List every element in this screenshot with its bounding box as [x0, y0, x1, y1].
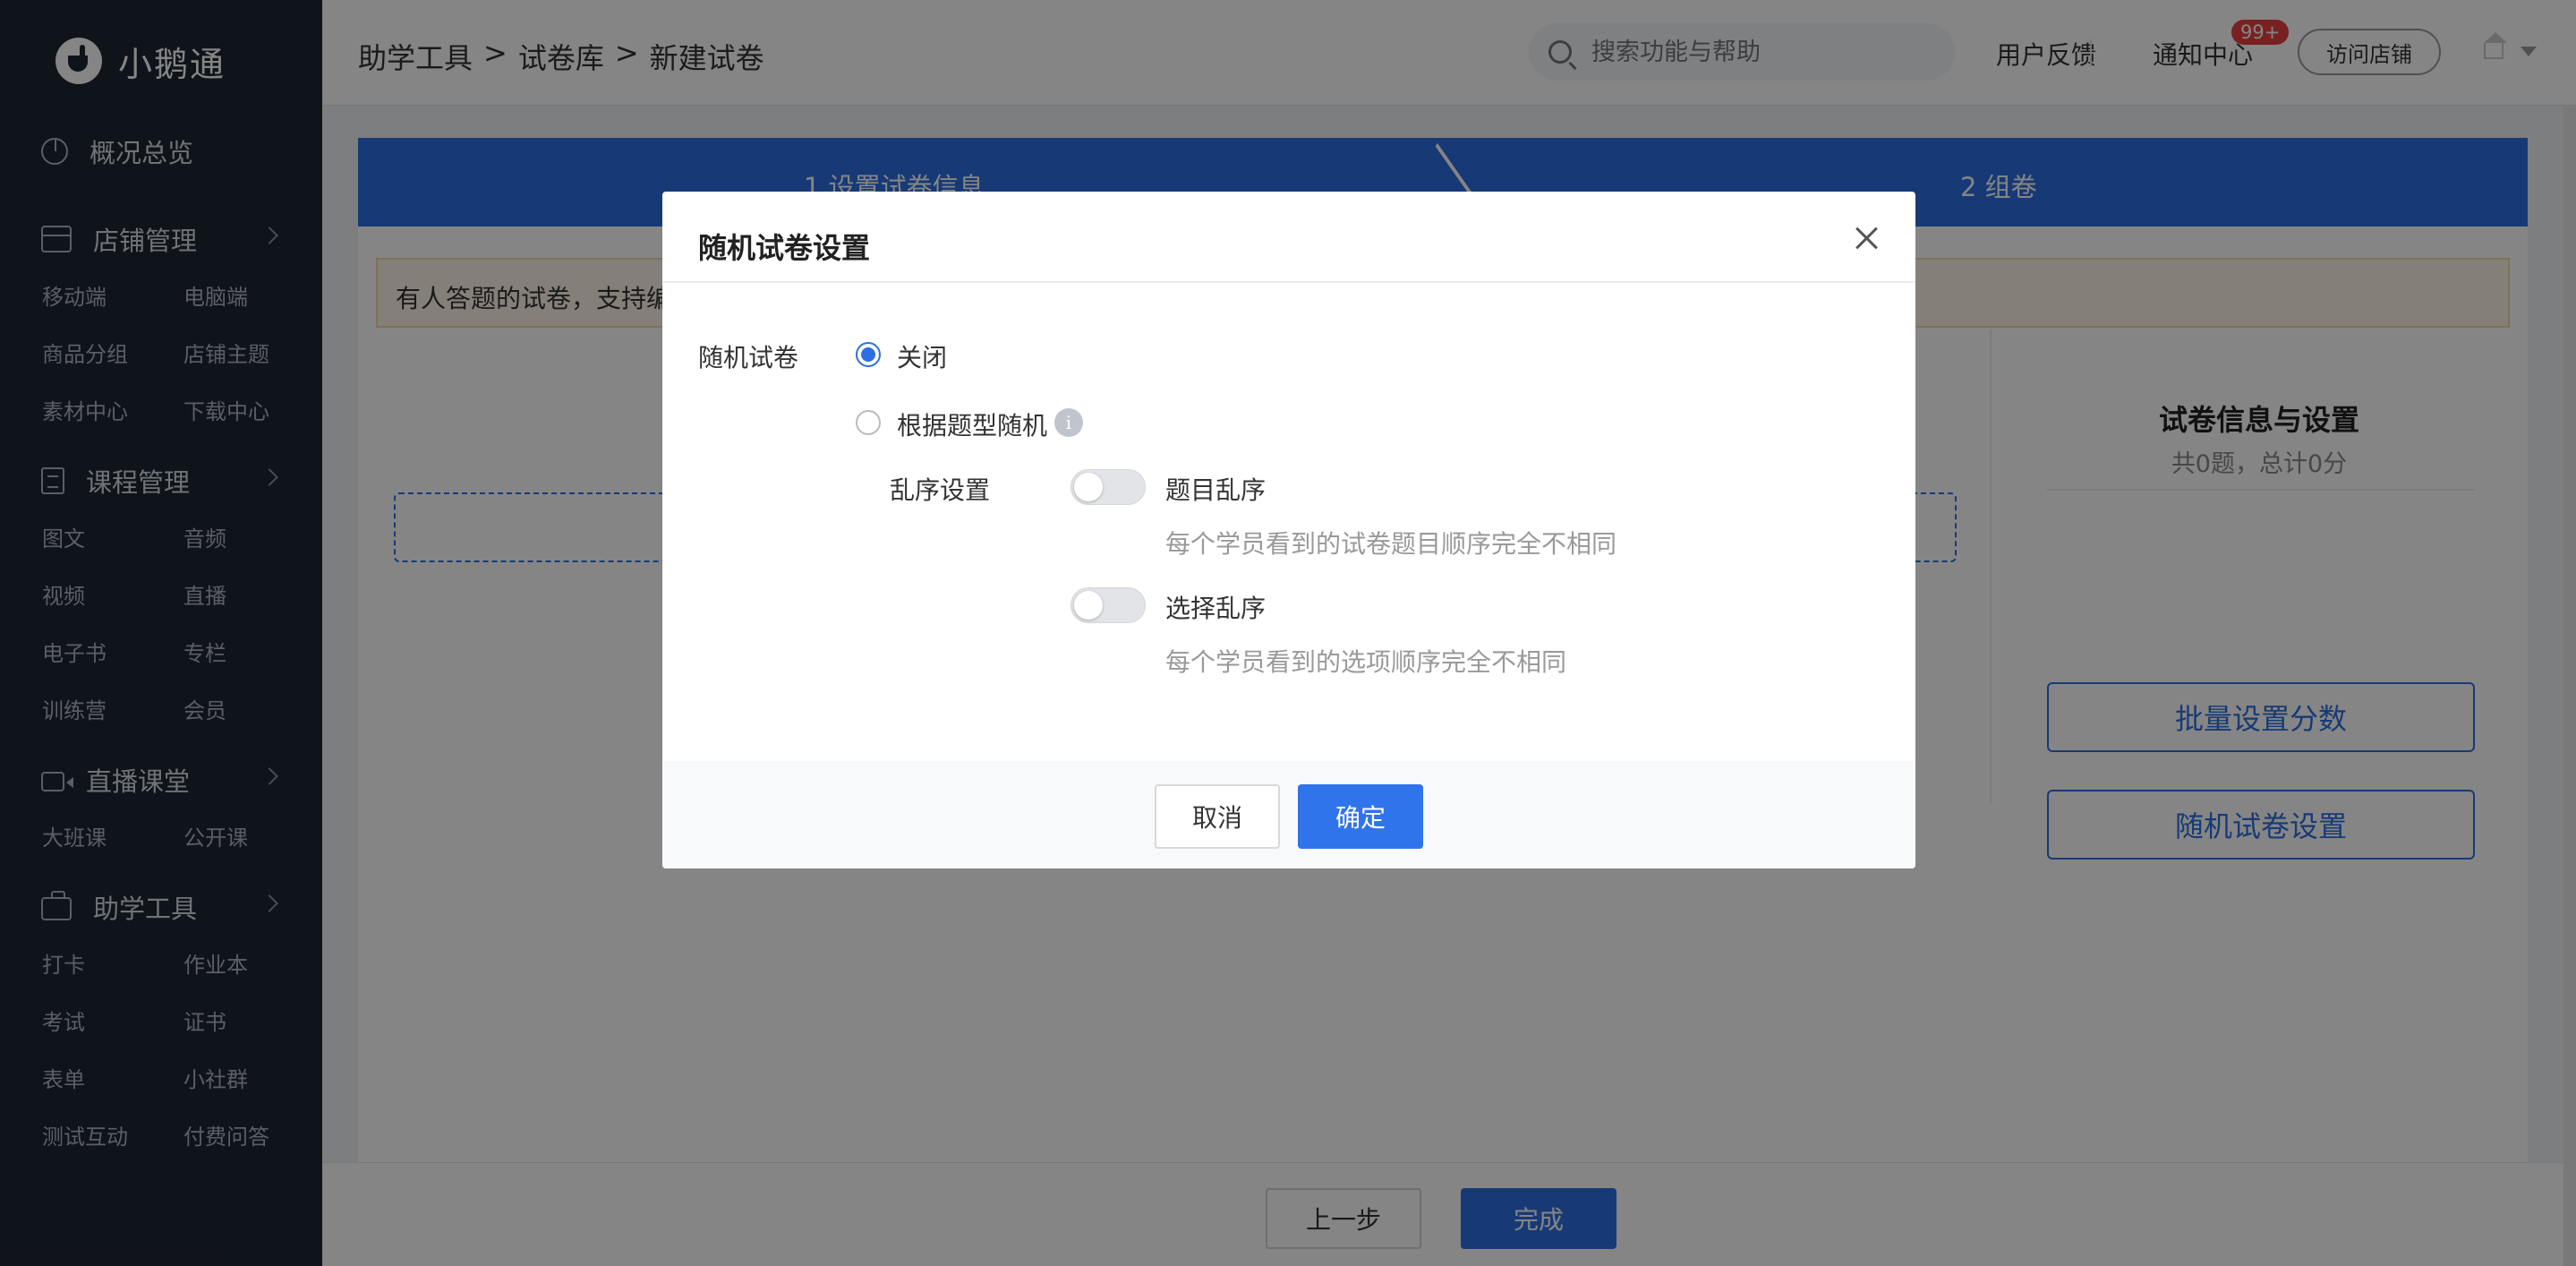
question-shuffle-hint: 每个学员看到的试卷题目顺序完全不相同 — [1165, 529, 1617, 559]
radio-off-label[interactable]: 关闭 — [897, 338, 947, 374]
option-shuffle-toggle[interactable] — [1070, 587, 1146, 623]
option-shuffle-hint: 每个学员看到的选项顺序完全不相同 — [1165, 647, 1567, 677]
confirm-button[interactable]: 确定 — [1298, 784, 1423, 849]
radio-by-type[interactable] — [856, 410, 881, 435]
random-paper-settings-dialog: 随机试卷设置 随机试卷 关闭 根据题型随机 i 乱序设置 题目乱序 每个学员看到… — [662, 192, 1915, 868]
radio-by-type-label[interactable]: 根据题型随机 — [897, 406, 1047, 442]
close-icon[interactable] — [1855, 226, 1880, 251]
shuffle-settings-label: 乱序设置 — [890, 475, 991, 505]
question-shuffle-toggle[interactable] — [1070, 469, 1146, 505]
dialog-title: 随机试卷设置 — [698, 231, 871, 265]
question-shuffle-label: 题目乱序 — [1165, 475, 1267, 505]
info-icon[interactable]: i — [1054, 408, 1083, 437]
option-shuffle-label: 选择乱序 — [1165, 594, 1267, 623]
cancel-button[interactable]: 取消 — [1155, 784, 1280, 849]
random-paper-label: 随机试卷 — [698, 343, 799, 372]
radio-off[interactable] — [856, 342, 881, 367]
dialog-footer: 取消 确定 — [662, 761, 1915, 868]
